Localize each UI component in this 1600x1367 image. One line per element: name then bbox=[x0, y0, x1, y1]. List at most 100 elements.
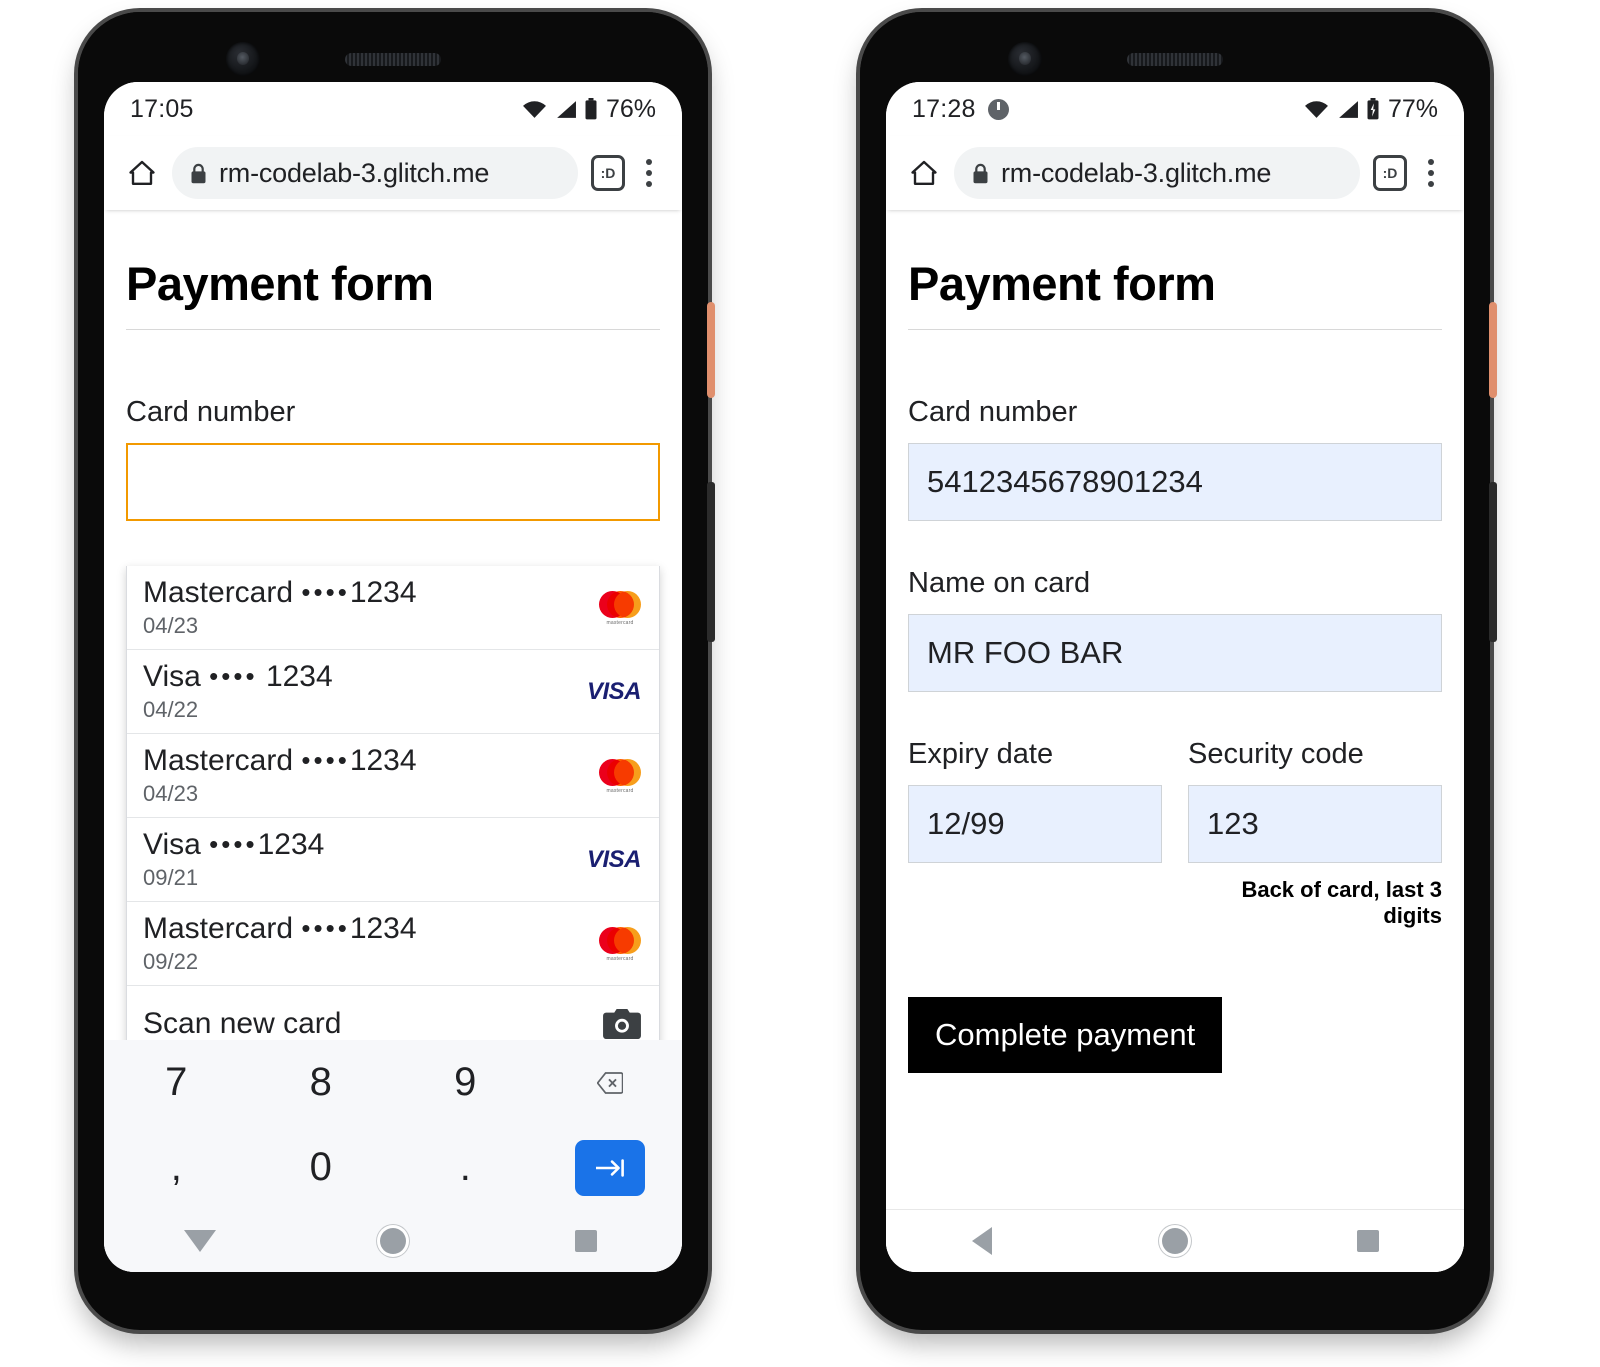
recents-square-icon[interactable] bbox=[489, 1230, 682, 1252]
mastercard-logo-icon: mastercard bbox=[579, 590, 641, 626]
status-bar: 17:28 77% bbox=[886, 82, 1464, 136]
home-circle-icon[interactable] bbox=[1079, 1228, 1272, 1254]
battery-percent: 76% bbox=[605, 94, 656, 123]
card-number-input[interactable]: 5412345678901234 bbox=[908, 443, 1442, 521]
next-field-key[interactable] bbox=[538, 1139, 683, 1196]
security-code-input[interactable]: 123 bbox=[1188, 785, 1442, 863]
visa-logo-icon: VISA bbox=[586, 845, 642, 873]
battery-charging-icon bbox=[1367, 98, 1379, 120]
tab-switcher-label: :D bbox=[591, 155, 625, 191]
autofill-row[interactable]: Visa ••••1234 09/21 VISA bbox=[127, 818, 659, 902]
card-mask: •••• bbox=[209, 661, 258, 691]
card-number-label: Card number bbox=[126, 396, 296, 428]
card-expiry: 04/23 bbox=[143, 781, 199, 806]
card-expiry: 09/21 bbox=[143, 865, 199, 890]
card-mask: •••• bbox=[301, 913, 350, 943]
name-on-card-input[interactable]: MR FOO BAR bbox=[908, 614, 1442, 692]
key-0[interactable]: 0 bbox=[249, 1145, 394, 1190]
card-brand: Mastercard bbox=[143, 912, 294, 945]
recents-square-icon[interactable] bbox=[1271, 1230, 1464, 1252]
mastercard-logo-icon: mastercard bbox=[579, 926, 641, 962]
scan-new-card-label: Scan new card bbox=[143, 1006, 342, 1040]
overflow-menu-icon[interactable] bbox=[632, 153, 666, 193]
name-on-card-label: Name on card bbox=[908, 567, 1091, 599]
tab-switcher-label: :D bbox=[1373, 155, 1407, 191]
power-button[interactable] bbox=[1489, 302, 1497, 398]
front-camera-icon bbox=[226, 42, 260, 76]
card-last4: 1234 bbox=[257, 828, 325, 861]
battery-icon bbox=[585, 98, 597, 120]
autofill-row[interactable]: Mastercard ••••1234 09/22 mastercard bbox=[127, 902, 659, 986]
earpiece-speaker-icon bbox=[1127, 53, 1223, 66]
expiry-security-row: Expiry date 12/99 Security code 123 Back… bbox=[908, 738, 1442, 929]
overflow-menu-icon[interactable] bbox=[1414, 153, 1448, 193]
page-title: Payment form bbox=[908, 257, 1216, 310]
back-triangle-icon[interactable] bbox=[886, 1227, 1079, 1255]
status-icons: 77% bbox=[1304, 95, 1438, 124]
power-button[interactable] bbox=[707, 302, 715, 398]
card-mask: •••• bbox=[209, 829, 258, 859]
volume-rocker-button[interactable] bbox=[707, 482, 715, 642]
card-mask: •••• bbox=[301, 745, 350, 775]
card-brand: Visa bbox=[143, 828, 201, 861]
backspace-icon[interactable] bbox=[538, 1071, 683, 1094]
volume-rocker-button[interactable] bbox=[1489, 482, 1497, 642]
phone-bezel-top bbox=[860, 12, 1490, 90]
numeric-keyboard: 7 8 9 , 0 . bbox=[104, 1040, 682, 1210]
earpiece-speaker-icon bbox=[345, 53, 441, 66]
key-7[interactable]: 7 bbox=[104, 1060, 249, 1105]
card-number-label: Card number bbox=[908, 396, 1078, 428]
keyboard-dismiss-icon[interactable] bbox=[104, 1230, 297, 1252]
home-icon[interactable] bbox=[904, 153, 944, 193]
home-circle-icon[interactable] bbox=[297, 1228, 490, 1254]
expiry-date-input[interactable]: 12/99 bbox=[908, 785, 1162, 863]
keyboard-row-1: 7 8 9 bbox=[104, 1040, 682, 1125]
address-bar[interactable]: rm-codelab-3.glitch.me bbox=[172, 147, 578, 199]
card-brand: Mastercard bbox=[143, 576, 294, 609]
key-comma[interactable]: , bbox=[104, 1145, 249, 1190]
android-nav-bar bbox=[104, 1210, 682, 1272]
status-time: 17:28 bbox=[912, 94, 976, 123]
card-last4: 1234 bbox=[349, 912, 417, 945]
autofill-row[interactable]: Mastercard ••••1234 04/23 mastercard bbox=[127, 566, 659, 650]
phone-bezel-top bbox=[78, 12, 708, 90]
signal-icon bbox=[1339, 100, 1358, 118]
card-number-input[interactable] bbox=[126, 443, 660, 521]
lock-icon bbox=[191, 163, 206, 183]
title-divider bbox=[126, 329, 660, 330]
phone-right: 17:28 77% rm-codelab-3.glitch.me:D Paym… bbox=[860, 12, 1497, 1330]
home-icon[interactable] bbox=[122, 153, 162, 193]
expiry-date-label: Expiry date bbox=[908, 738, 1054, 770]
keyboard-row-2: , 0 . bbox=[104, 1125, 682, 1210]
visa-logo-icon: VISA bbox=[586, 677, 642, 705]
url-text: rm-codelab-3.glitch.me bbox=[1001, 157, 1272, 188]
phone-left: 17:05 76% rm-codelab-3.glitch.me:D Paym… bbox=[78, 12, 715, 1330]
card-expiry: 04/23 bbox=[143, 613, 199, 638]
key-9[interactable]: 9 bbox=[393, 1060, 538, 1105]
autofill-row[interactable]: Visa •••• 1234 04/22 VISA bbox=[127, 650, 659, 734]
status-time: 17:05 bbox=[130, 94, 194, 123]
autofill-card-title: Visa ••••1234 bbox=[143, 828, 579, 862]
browser-toolbar: rm-codelab-3.glitch.me :D bbox=[104, 136, 682, 210]
key-period[interactable]: . bbox=[393, 1145, 538, 1190]
tab-switcher-icon[interactable]: :D bbox=[588, 153, 628, 193]
expiry-date-group: Expiry date 12/99 bbox=[908, 738, 1162, 929]
card-expiry: 09/22 bbox=[143, 949, 199, 974]
card-brand: Mastercard bbox=[143, 744, 294, 777]
mastercard-logo-icon: mastercard bbox=[579, 758, 641, 794]
battery-percent: 77% bbox=[1387, 94, 1438, 123]
autofill-row[interactable]: Mastercard ••••1234 04/23 mastercard bbox=[127, 734, 659, 818]
autofill-card-title: Mastercard ••••1234 bbox=[143, 744, 579, 778]
complete-payment-button[interactable]: Complete payment bbox=[908, 997, 1223, 1073]
key-8[interactable]: 8 bbox=[249, 1060, 394, 1105]
screenshot-root: 17:05 76% rm-codelab-3.glitch.me:D Paym… bbox=[0, 0, 1600, 1367]
wifi-icon bbox=[522, 100, 546, 118]
url-text: rm-codelab-3.glitch.me bbox=[219, 157, 490, 188]
security-code-group: Security code 123 Back of card, last 3 d… bbox=[1188, 738, 1442, 929]
lock-icon bbox=[973, 163, 988, 183]
phone-right-screen: 17:28 77% rm-codelab-3.glitch.me:D Paym… bbox=[886, 82, 1464, 1272]
security-code-label: Security code bbox=[1188, 738, 1364, 770]
address-bar[interactable]: rm-codelab-3.glitch.me bbox=[954, 147, 1360, 199]
next-field-icon bbox=[574, 1139, 645, 1196]
tab-switcher-icon[interactable]: :D bbox=[1370, 153, 1410, 193]
